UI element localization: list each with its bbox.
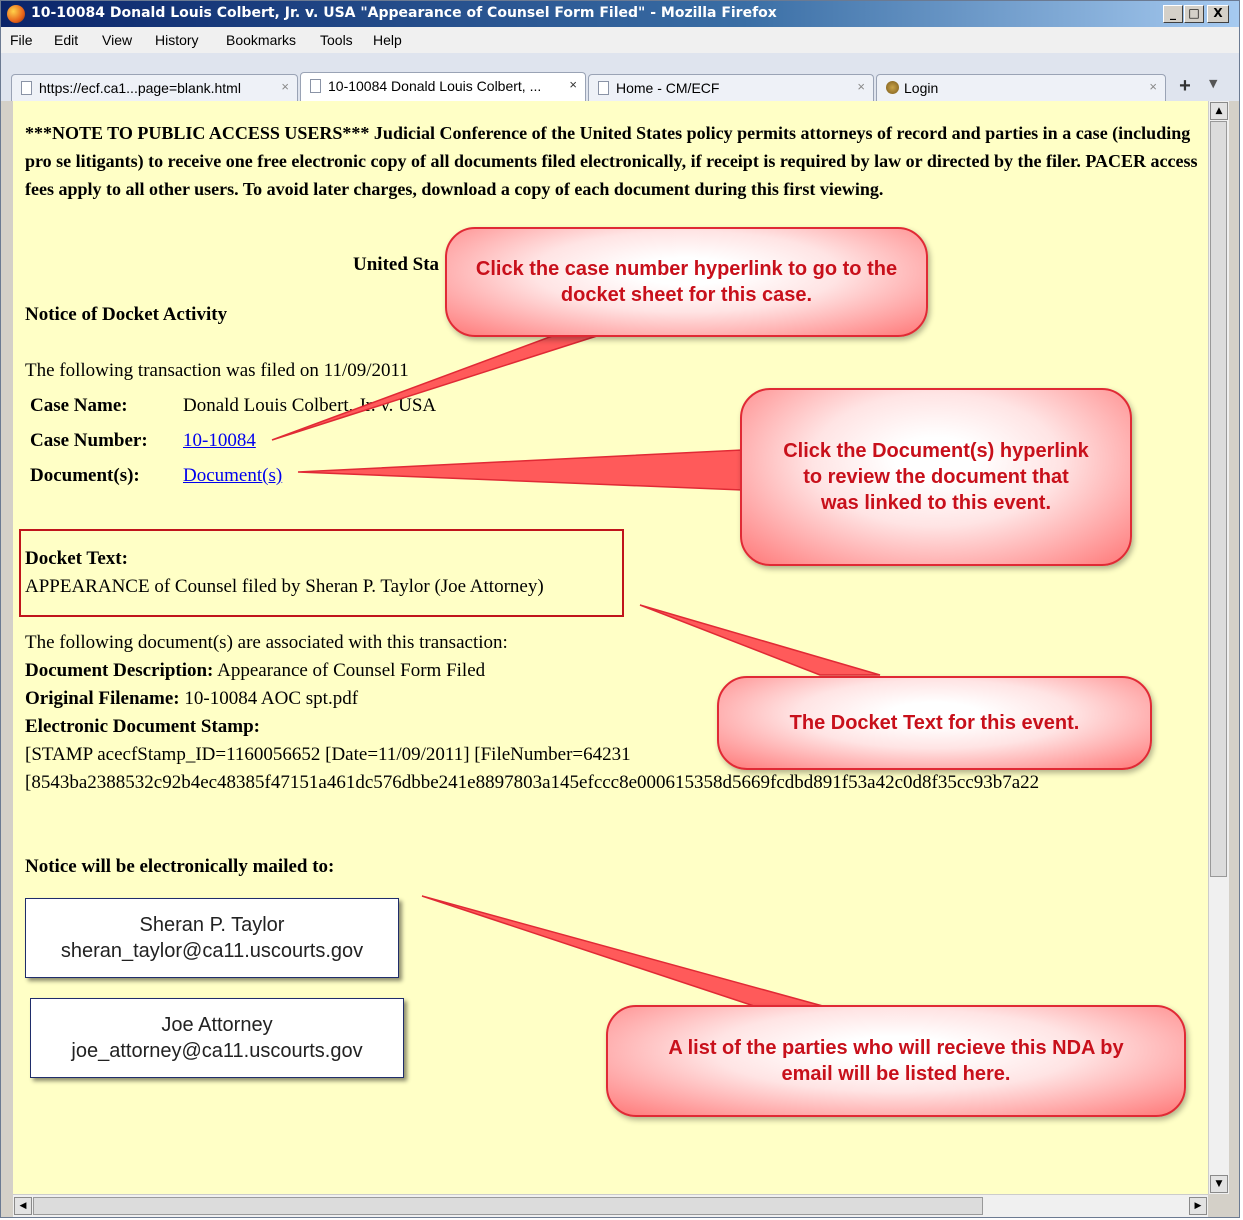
pointer-case-number xyxy=(271,334,601,441)
callout-parties: A list of the parties who will recieve t… xyxy=(606,1005,1186,1117)
callout-case-number: Click the case number hyperlink to go to… xyxy=(445,227,928,337)
callout-documents: Click the Document(s) hyperlink to revie… xyxy=(740,388,1132,566)
pointer-documents xyxy=(297,449,743,491)
pointer-docket-text xyxy=(639,604,881,676)
pointer-parties xyxy=(421,895,831,1009)
callout-docket-text: The Docket Text for this event. xyxy=(717,676,1152,770)
